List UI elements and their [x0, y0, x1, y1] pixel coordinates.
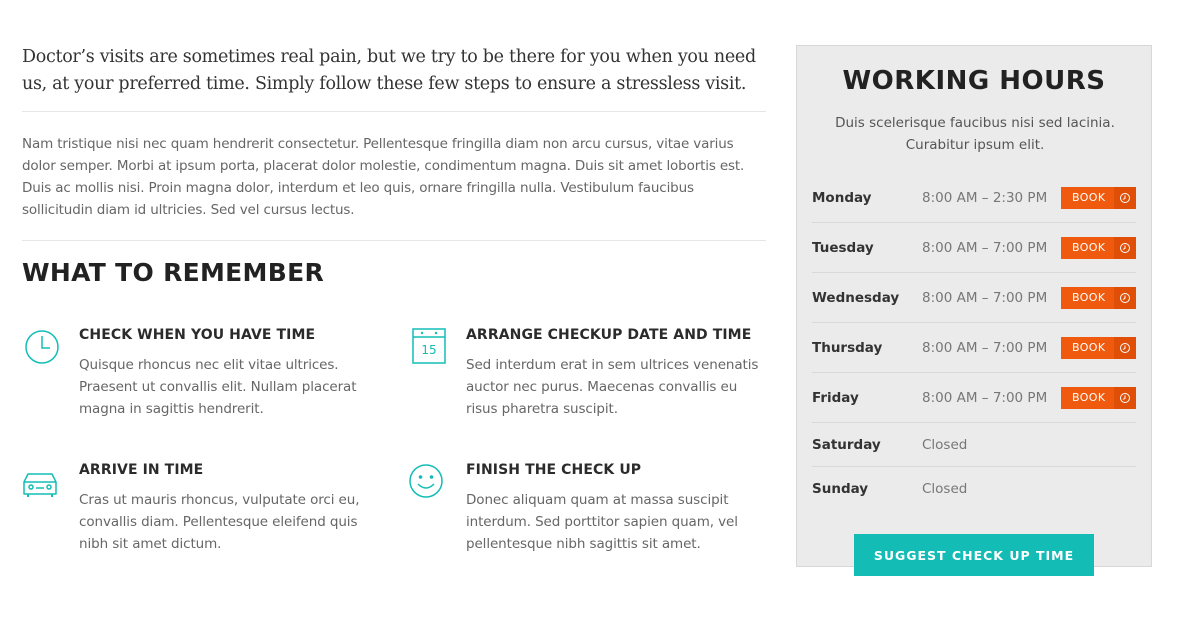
step-desc: Donec aliquam quam at massa suscipit int… — [466, 492, 738, 552]
calendar-day: 15 — [421, 343, 436, 357]
clock-icon — [1114, 286, 1136, 309]
day-label: Wednesday — [812, 289, 900, 306]
divider — [22, 240, 766, 241]
hours-row-monday: Monday 8:00 AM – 2:30 PM BOOK — [812, 173, 1136, 223]
car-icon — [22, 462, 62, 502]
intro-text: Doctor’s visits are sometimes real pain,… — [22, 47, 756, 94]
day-label: Thursday — [812, 339, 883, 356]
time-label: 8:00 AM – 7:00 PM — [922, 339, 1048, 356]
working-hours-panel: WORKING HOURS Duis scelerisque faucibus … — [796, 45, 1152, 576]
day-label: Saturday — [812, 436, 881, 453]
clock-icon — [1114, 186, 1136, 209]
clock-icon — [1114, 236, 1136, 259]
hours-row-saturday: Saturday Closed — [812, 423, 1136, 467]
step-finish: FINISH THE CHECK UP Donec aliquam quam a… — [409, 462, 738, 557]
clock-icon — [1114, 386, 1136, 409]
step-desc: Sed interdum erat in sem ultrices venena… — [466, 357, 759, 417]
step-desc: Quisque rhoncus nec elit vitae ultrices.… — [79, 357, 357, 417]
step-title: FINISH THE CHECK UP — [466, 462, 642, 478]
time-label: 8:00 AM – 7:00 PM — [922, 239, 1048, 256]
book-label: BOOK — [1072, 191, 1106, 204]
hours-row-thursday: Thursday 8:00 AM – 7:00 PM BOOK — [812, 323, 1136, 373]
day-label: Monday — [812, 189, 872, 206]
suggest-check-up-time-button[interactable]: SUGGEST CHECK UP TIME — [854, 534, 1094, 576]
book-button[interactable]: BOOK — [1061, 236, 1136, 259]
time-label: 8:00 AM – 2:30 PM — [922, 189, 1048, 206]
book-button[interactable]: BOOK — [1061, 186, 1136, 209]
time-label: Closed — [922, 481, 968, 497]
book-button[interactable]: BOOK — [1061, 336, 1136, 359]
calendar-icon: 15 — [409, 327, 449, 367]
working-hours-title: WORKING HOURS — [842, 66, 1106, 96]
day-label: Sunday — [812, 481, 869, 497]
hours-row-friday: Friday 8:00 AM – 7:00 PM BOOK — [812, 373, 1136, 423]
hours-row-sunday: Sunday Closed — [812, 467, 1136, 511]
step-title: ARRIVE IN TIME — [79, 462, 204, 478]
clock-icon — [1114, 336, 1136, 359]
section-title: WHAT TO REMEMBER — [22, 258, 325, 287]
step-arrive: ARRIVE IN TIME Cras ut mauris rhoncus, v… — [22, 462, 360, 557]
book-label: BOOK — [1072, 391, 1106, 404]
clock-icon — [22, 327, 62, 367]
time-label: 8:00 AM – 7:00 PM — [922, 389, 1048, 406]
book-label: BOOK — [1072, 291, 1106, 304]
step-title: ARRANGE CHECKUP DATE AND TIME — [466, 327, 752, 343]
working-hours-subtitle: Duis scelerisque faucibus nisi sed lacin… — [835, 115, 1115, 153]
divider — [22, 111, 766, 112]
body-text: Nam tristique nisi nec quam hendrerit co… — [22, 136, 745, 218]
step-desc: Cras ut mauris rhoncus, vulputate orci e… — [79, 492, 360, 552]
day-label: Friday — [812, 389, 859, 406]
step-arrange-date: 15 ARRANGE CHECKUP DATE AND TIME Sed int… — [409, 327, 758, 422]
step-title: CHECK WHEN YOU HAVE TIME — [79, 327, 316, 343]
day-label: Tuesday — [812, 239, 874, 256]
smiley-icon — [409, 462, 449, 502]
step-check-time: CHECK WHEN YOU HAVE TIME Quisque rhoncus… — [22, 327, 357, 422]
time-label: Closed — [922, 436, 968, 453]
time-label: 8:00 AM – 7:00 PM — [922, 289, 1048, 306]
hours-row-tuesday: Tuesday 8:00 AM – 7:00 PM BOOK — [812, 223, 1136, 273]
book-button[interactable]: BOOK — [1061, 286, 1136, 309]
book-label: BOOK — [1072, 341, 1106, 354]
book-label: BOOK — [1072, 241, 1106, 254]
book-button[interactable]: BOOK — [1061, 386, 1136, 409]
hours-row-wednesday: Wednesday 8:00 AM – 7:00 PM BOOK — [812, 273, 1136, 323]
